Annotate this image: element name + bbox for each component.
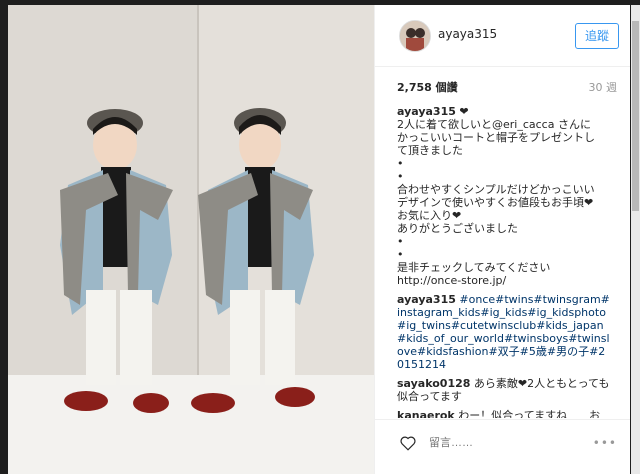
comment-item: ayaya315 ❤︎ 2人に着て欲しいと@eri_cacca さんに かっこい… bbox=[397, 105, 611, 287]
more-options-icon[interactable]: ••• bbox=[593, 436, 617, 450]
post-stats: 2,758 個讚 30 週 bbox=[397, 79, 617, 97]
comment-item: sayako0128 あら素敵❤︎2人ともとっても似合ってます bbox=[397, 377, 611, 403]
comment-input[interactable] bbox=[427, 436, 581, 450]
comment-item: kanaerok わー！似合ってますね お bbox=[397, 409, 611, 418]
post-header: ayaya315 追蹤 bbox=[375, 5, 630, 67]
heart-icon[interactable] bbox=[399, 434, 417, 452]
page-scrollbar[interactable] bbox=[631, 5, 640, 474]
post-modal: ayaya315 追蹤 2,758 個讚 30 週 ayaya315 ❤︎ 2人… bbox=[8, 5, 630, 474]
comment-username[interactable]: sayako0128 bbox=[397, 377, 470, 390]
comment-username[interactable]: ayaya315 bbox=[397, 293, 456, 306]
likes-count[interactable]: 2,758 個讚 bbox=[397, 79, 458, 95]
comment-text: ❤︎ 2人に着て欲しいと@eri_cacca さんに かっこいいコートと帽子をプ… bbox=[397, 105, 595, 287]
post-age[interactable]: 30 週 bbox=[589, 79, 618, 95]
comment-text: わー！似合ってますね お bbox=[454, 409, 601, 418]
avatar[interactable] bbox=[399, 20, 431, 52]
post-sidebar: ayaya315 追蹤 2,758 個讚 30 週 ayaya315 ❤︎ 2人… bbox=[374, 5, 630, 474]
comment-item: ayaya315 #once#twins#twinsgram#instagram… bbox=[397, 293, 611, 371]
avatar-image bbox=[400, 21, 430, 51]
comments-list[interactable]: ayaya315 ❤︎ 2人に着て欲しいと@eri_cacca さんに かっこい… bbox=[397, 105, 611, 418]
comment-username[interactable]: ayaya315 bbox=[397, 105, 456, 118]
post-footer: ••• bbox=[375, 419, 630, 474]
post-username[interactable]: ayaya315 bbox=[438, 27, 497, 41]
follow-button[interactable]: 追蹤 bbox=[575, 23, 619, 49]
post-photo bbox=[8, 5, 374, 474]
twins-photo-illustration bbox=[8, 5, 374, 474]
scrollbar-thumb[interactable] bbox=[632, 21, 639, 211]
comment-username[interactable]: kanaerok bbox=[397, 409, 455, 418]
